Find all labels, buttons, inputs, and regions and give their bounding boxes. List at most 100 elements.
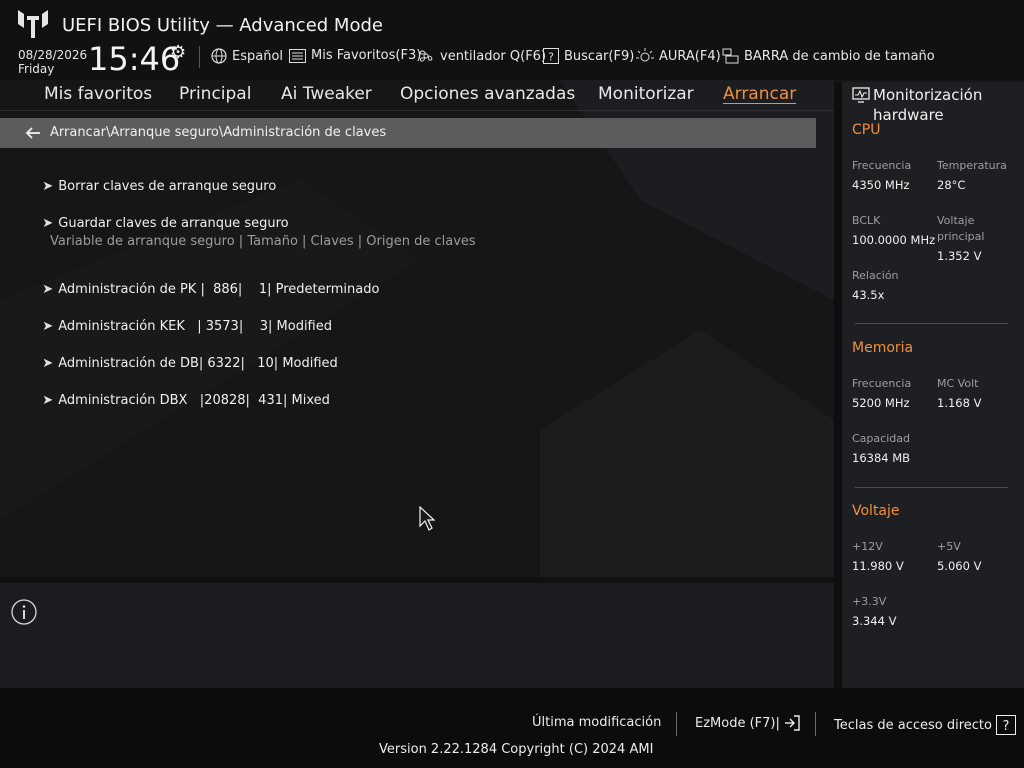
chevron-right-icon: ➤: [42, 356, 54, 371]
item-label: Borrar claves de arranque seguro: [58, 179, 277, 194]
mc-volt-label: MC Volt: [937, 377, 979, 390]
resize-bar-label: BARRA de cambio de tamaño: [744, 48, 935, 64]
cpu-section-title: CPU: [852, 122, 881, 138]
pk-management-item[interactable]: ➤ Administración de PK | 886| 1| Predeter…: [34, 267, 379, 297]
mem-freq-value: 5200 MHz: [852, 396, 910, 410]
cpu-freq-value: 4350 MHz: [852, 178, 910, 192]
monitor-icon: [852, 87, 870, 103]
tab-monitor[interactable]: Monitorizar: [598, 84, 694, 104]
ratio-value: 43.5x: [852, 288, 885, 302]
bclk-value: 100.0000 MHz: [852, 233, 936, 247]
aura-light-icon: [636, 48, 654, 62]
dbx-management-item[interactable]: ➤ Administración DBX |20828| 431| Mixed: [34, 378, 330, 408]
search-label: Buscar(F9): [564, 48, 635, 64]
db-management-item[interactable]: ➤ Administración de DB| 6322| 10| Modifie…: [34, 341, 338, 371]
search-button[interactable]: ? Buscar(F9): [543, 48, 634, 64]
tab-main[interactable]: Principal: [179, 84, 251, 104]
menu-divider: [0, 110, 834, 111]
voltage-section-title: Voltaje: [852, 503, 900, 519]
capacity-value: 16384 MB: [852, 451, 911, 465]
mouse-cursor-icon: [419, 506, 435, 531]
exit-to-icon: [784, 715, 800, 731]
chevron-right-icon: ➤: [42, 179, 54, 194]
item-label: Administración de DB| 6322| 10| Modified: [58, 356, 338, 371]
version-text: Version 2.22.1284 Copyright (C) 2024 AMI: [379, 742, 654, 757]
svg-text:?: ?: [1003, 719, 1010, 734]
tab-favorites[interactable]: Mis favoritos: [44, 84, 152, 104]
cpu-temp-value: 28°C: [937, 178, 966, 192]
help-question-icon: ?: [995, 715, 1016, 735]
footer-divider: [815, 712, 816, 736]
chevron-right-icon: ➤: [42, 282, 54, 297]
footer-divider: [676, 712, 677, 736]
panel-gap: [834, 82, 842, 688]
memory-section-title: Memoria: [852, 340, 914, 356]
language-label: Español: [232, 48, 284, 64]
favorites-list-icon: [289, 48, 306, 63]
globe-icon: [211, 48, 227, 64]
bclk-label: BCLK: [852, 214, 881, 227]
section-divider: [855, 487, 1008, 488]
info-icon: [11, 599, 37, 625]
gear-icon[interactable]: ⚙: [170, 42, 186, 63]
ezmode-label: EzMode (F7)|: [695, 715, 780, 731]
resize-bar-button[interactable]: BARRA de cambio de tamaño: [722, 48, 935, 64]
hardware-monitor-title: Monitorización hardware: [873, 86, 983, 124]
tuf-logo-icon: [18, 10, 48, 38]
v5-label: +5V: [937, 540, 961, 553]
app-title: UEFI BIOS Utility — Advanced Mode: [62, 15, 383, 36]
v12-value: 11.980 V: [852, 559, 904, 573]
language-button[interactable]: Español: [211, 48, 283, 64]
item-label: Administración KEK | 3573| 3| Modified: [58, 319, 332, 334]
back-arrow-icon[interactable]: [24, 124, 42, 142]
save-secure-boot-keys-item[interactable]: ➤ Guardar claves de arranque seguro: [34, 201, 289, 231]
ezmode-button[interactable]: EzMode (F7)|: [695, 715, 800, 731]
clock-display: 15:46: [88, 40, 181, 78]
ratio-label: Relación: [852, 269, 899, 282]
chevron-right-icon: ➤: [42, 216, 54, 231]
date-text: 08/28/2026: [18, 48, 88, 62]
v33-value: 3.344 V: [852, 614, 897, 628]
help-panel: [0, 583, 834, 688]
resize-bar-icon: [722, 48, 739, 64]
hotkeys-label: Teclas de acceso directo: [834, 717, 992, 733]
aura-label: AURA(F4): [659, 48, 721, 64]
v33-label: +3.3V: [852, 595, 887, 608]
v5-value: 5.060 V: [937, 559, 982, 573]
clear-secure-boot-keys-item[interactable]: ➤ Borrar claves de arranque seguro: [34, 164, 276, 194]
header-divider: [199, 46, 200, 68]
svg-text:?: ?: [548, 51, 554, 64]
vcore-value: 1.352 V: [937, 249, 982, 263]
last-modified-button[interactable]: Última modificación: [532, 715, 661, 730]
kek-management-item[interactable]: ➤ Administración KEK | 3573| 3| Modified: [34, 304, 332, 334]
capacity-label: Capacidad: [852, 432, 910, 445]
qfan-button[interactable]: ventilador Q(F6): [417, 48, 546, 64]
chevron-right-icon: ➤: [42, 319, 54, 334]
cpu-temp-label: Temperatura: [937, 159, 1007, 172]
breadcrumb-path: Arrancar\Arranque seguro\Administración …: [50, 125, 387, 140]
hotkeys-button[interactable]: Teclas de acceso directo ?: [834, 715, 1016, 735]
item-label: Guardar claves de arranque seguro: [58, 216, 289, 231]
fan-icon: [420, 50, 433, 62]
favorites-label: Mis Favoritos(F3): [311, 48, 422, 63]
chevron-right-icon: ➤: [42, 393, 54, 408]
cpu-freq-label: Frecuencia: [852, 159, 912, 172]
mc-volt-value: 1.168 V: [937, 396, 982, 410]
section-divider: [855, 323, 1008, 324]
tab-boot[interactable]: Arrancar: [723, 84, 796, 104]
vcore-label: Voltaje principal: [937, 214, 985, 243]
tab-ai-tweaker[interactable]: Ai Tweaker: [281, 84, 372, 104]
favorites-button[interactable]: Mis Favoritos(F3): [289, 48, 421, 63]
help-question-icon: ?: [543, 48, 559, 64]
last-modified-label: Última modificación: [532, 715, 662, 730]
v12-label: +12V: [852, 540, 883, 553]
key-table-header: Variable de arranque seguro | Tamaño | C…: [50, 234, 476, 249]
item-label: Administración de PK | 886| 1| Predeterm…: [58, 282, 380, 297]
tab-advanced[interactable]: Opciones avanzadas: [400, 84, 575, 104]
date-display: 08/28/2026 Friday: [18, 48, 87, 76]
item-label: Administración DBX |20828| 431| Mixed: [58, 393, 330, 408]
mem-freq-label: Frecuencia: [852, 377, 912, 390]
aura-button[interactable]: AURA(F4): [636, 48, 721, 64]
qfan-label: ventilador Q(F6): [440, 48, 547, 64]
day-text: Friday: [18, 62, 55, 76]
